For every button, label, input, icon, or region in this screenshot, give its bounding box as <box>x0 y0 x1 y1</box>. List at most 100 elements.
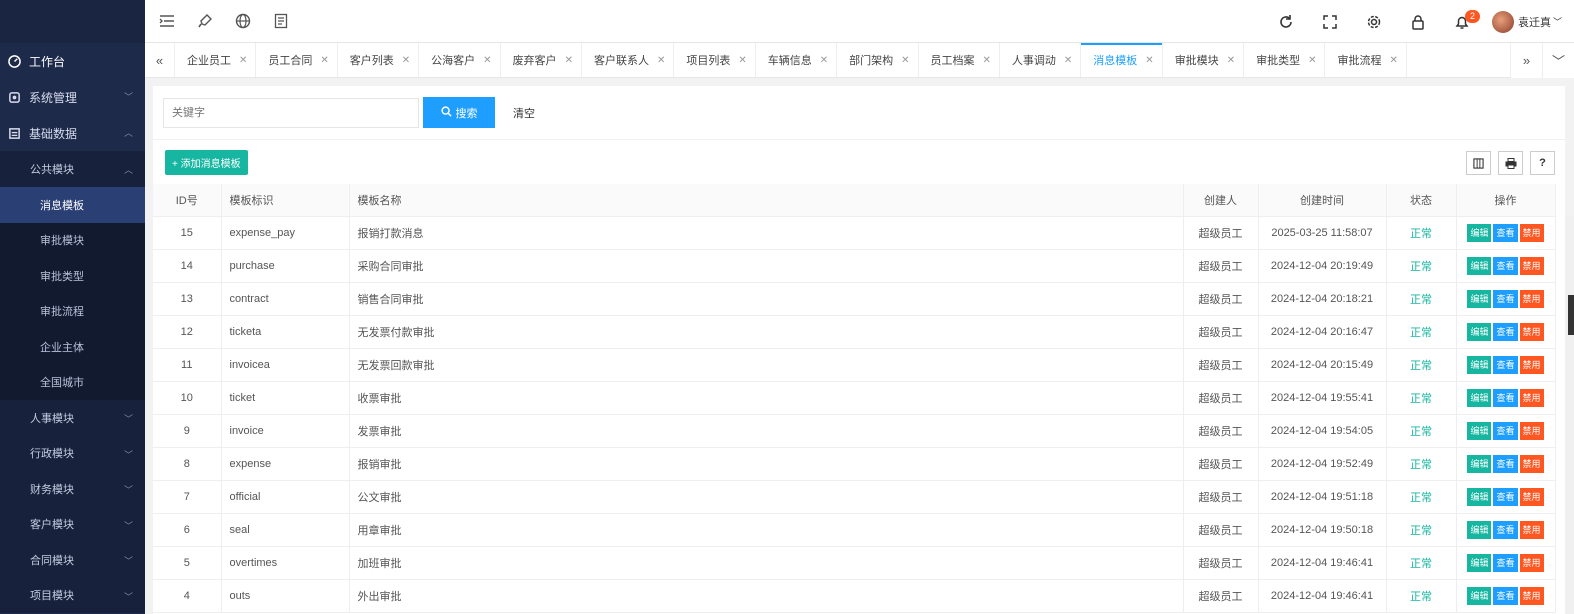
user-menu[interactable]: 袁迁真 ﹀ <box>1484 10 1574 33</box>
fullscreen-icon[interactable] <box>1308 6 1352 38</box>
sidebar-item-workbench[interactable]: 工作台 <box>0 43 145 79</box>
tab-message-template[interactable]: 消息模板 ✕ <box>1081 43 1163 77</box>
search-input[interactable] <box>163 97 419 128</box>
table-row[interactable]: 15 expense_pay 报销打款消息 超级员工 2025-03-25 11… <box>153 216 1556 250</box>
disable-button[interactable]: 禁用 <box>1519 388 1544 407</box>
tab-customer-contacts[interactable]: 客户联系人 ✕ <box>582 43 675 77</box>
view-button[interactable]: 查看 <box>1493 553 1518 572</box>
tab-vehicles[interactable]: 车辆信息 ✕ <box>756 43 838 77</box>
col-header-time[interactable]: 创建时间 <box>1258 184 1387 217</box>
table-row[interactable]: 14 purchase 采购合同审批 超级员工 2024-12-04 20:19… <box>153 249 1556 283</box>
table-row[interactable]: 6 seal 用章审批 超级员工 2024-12-04 19:50:18 正常 … <box>153 513 1556 547</box>
sidebar-group-project[interactable]: 项目模块 ﹀ <box>0 577 145 613</box>
lock-icon[interactable] <box>1396 6 1440 38</box>
disable-button[interactable]: 禁用 <box>1519 454 1544 473</box>
sidebar-item-cities[interactable]: 全国城市 <box>0 364 145 400</box>
tab-approval-flow[interactable]: 审批流程 ✕ <box>1325 43 1407 77</box>
edit-button[interactable]: 编辑 <box>1467 223 1492 242</box>
disable-button[interactable]: 禁用 <box>1519 553 1544 572</box>
view-button[interactable]: 查看 <box>1493 289 1518 308</box>
tab-menu-chevron-icon[interactable]: ﹀ <box>1542 43 1574 78</box>
edit-button[interactable]: 编辑 <box>1467 454 1492 473</box>
brush-icon[interactable] <box>189 5 221 37</box>
refresh-icon[interactable] <box>1264 6 1308 38</box>
sidebar-group-admin[interactable]: 行政模块 ﹀ <box>0 435 145 471</box>
add-template-button[interactable]: + 添加消息模板 <box>165 149 248 175</box>
help-icon[interactable]: ? <box>1530 151 1555 175</box>
search-button[interactable]: 搜索 <box>423 97 495 128</box>
view-button[interactable]: 查看 <box>1493 256 1518 275</box>
sidebar-item-basedata[interactable]: 基础数据 ︿ <box>0 115 145 151</box>
close-icon[interactable]: ✕ <box>1145 55 1153 66</box>
edit-button[interactable]: 编辑 <box>1467 586 1492 605</box>
table-row[interactable]: 4 outs 外出审批 超级员工 2024-12-04 19:46:41 正常 … <box>153 579 1556 613</box>
close-icon[interactable]: ✕ <box>1389 55 1397 66</box>
col-header-key[interactable]: 模板标识 <box>221 184 350 217</box>
table-row[interactable]: 5 overtimes 加班审批 超级员工 2024-12-04 19:46:4… <box>153 546 1556 580</box>
tab-scroll-right-icon[interactable]: » <box>1510 43 1542 78</box>
view-button[interactable]: 查看 <box>1493 520 1518 539</box>
disable-button[interactable]: 禁用 <box>1519 520 1544 539</box>
view-button[interactable]: 查看 <box>1493 586 1518 605</box>
close-icon[interactable]: ✕ <box>820 55 828 66</box>
sidebar-item-enterprise[interactable]: 企业主体 <box>0 329 145 365</box>
col-header-status[interactable]: 状态 <box>1386 184 1457 217</box>
table-row[interactable]: 11 invoicea 无发票回款审批 超级员工 2024-12-04 20:1… <box>153 348 1556 382</box>
close-icon[interactable]: ✕ <box>320 55 328 66</box>
tab-scroll-left-icon[interactable]: « <box>145 43 175 77</box>
close-icon[interactable]: ✕ <box>657 55 665 66</box>
sidebar-item-approval-type[interactable]: 审批类型 <box>0 258 145 294</box>
col-header-id[interactable]: ID号 <box>153 184 222 217</box>
sidebar-group-finance[interactable]: 财务模块 ﹀ <box>0 471 145 507</box>
tab-staff-contract[interactable]: 员工合同 ✕ <box>256 43 338 77</box>
sidebar-item-approval-module[interactable]: 审批模块 <box>0 222 145 258</box>
view-button[interactable]: 查看 <box>1493 223 1518 242</box>
edit-button[interactable]: 编辑 <box>1467 289 1492 308</box>
col-header-creator[interactable]: 创建人 <box>1183 184 1259 217</box>
tab-public-customers[interactable]: 公海客户 ✕ <box>419 43 501 77</box>
edit-button[interactable]: 编辑 <box>1467 388 1492 407</box>
tab-customer-list[interactable]: 客户列表 ✕ <box>338 43 420 77</box>
sidebar-item-message-template[interactable]: 消息模板 <box>0 187 145 223</box>
tab-enterprise-staff[interactable]: 企业员工 ✕ <box>175 43 257 77</box>
tab-departments[interactable]: 部门架构 ✕ <box>837 43 919 77</box>
sidebar-sub-public[interactable]: 公共模块 ︿ <box>0 151 145 187</box>
close-icon[interactable]: ✕ <box>738 55 746 66</box>
disable-button[interactable]: 禁用 <box>1519 322 1544 341</box>
table-row[interactable]: 9 invoice 发票审批 超级员工 2024-12-04 19:54:05 … <box>153 414 1556 448</box>
table-row[interactable]: 8 expense 报销审批 超级员工 2024-12-04 19:52:49 … <box>153 447 1556 481</box>
disable-button[interactable]: 禁用 <box>1519 289 1544 308</box>
view-button[interactable]: 查看 <box>1493 322 1518 341</box>
note-icon[interactable] <box>265 5 297 37</box>
table-row[interactable]: 13 contract 销售合同审批 超级员工 2024-12-04 20:18… <box>153 282 1556 316</box>
close-icon[interactable]: ✕ <box>402 55 410 66</box>
edit-button[interactable]: 编辑 <box>1467 520 1492 539</box>
close-icon[interactable]: ✕ <box>1227 55 1235 66</box>
sidebar-group-customer[interactable]: 客户模块 ﹀ <box>0 506 145 542</box>
disable-button[interactable]: 禁用 <box>1519 355 1544 374</box>
disable-button[interactable]: 禁用 <box>1519 421 1544 440</box>
disable-button[interactable]: 禁用 <box>1519 256 1544 275</box>
view-button[interactable]: 查看 <box>1493 388 1518 407</box>
gear-icon[interactable] <box>1352 6 1396 38</box>
sidebar-item-system[interactable]: 系统管理 ﹀ <box>0 79 145 115</box>
page-scrollbar-thumb[interactable] <box>1568 295 1574 335</box>
globe-icon[interactable] <box>227 5 259 37</box>
tab-project-list[interactable]: 项目列表 ✕ <box>674 43 756 77</box>
table-row[interactable]: 7 official 公文审批 超级员工 2024-12-04 19:51:18… <box>153 480 1556 514</box>
disable-button[interactable]: 禁用 <box>1519 487 1544 506</box>
table-row[interactable]: 10 ticket 收票审批 超级员工 2024-12-04 19:55:41 … <box>153 381 1556 415</box>
disable-button[interactable]: 禁用 <box>1519 223 1544 242</box>
columns-icon[interactable] <box>1466 151 1491 175</box>
close-icon[interactable]: ✕ <box>239 55 247 66</box>
disable-button[interactable]: 禁用 <box>1519 586 1544 605</box>
page-scrollbar[interactable] <box>1565 216 1574 614</box>
sidebar-group-hr[interactable]: 人事模块 ﹀ <box>0 400 145 436</box>
close-icon[interactable]: ✕ <box>1308 55 1316 66</box>
view-button[interactable]: 查看 <box>1493 487 1518 506</box>
sidebar-item-approval-flow[interactable]: 审批流程 <box>0 293 145 329</box>
tab-approval-module[interactable]: 审批模块 ✕ <box>1163 43 1245 77</box>
edit-button[interactable]: 编辑 <box>1467 421 1492 440</box>
tab-approval-type[interactable]: 审批类型 ✕ <box>1244 43 1326 77</box>
close-icon[interactable]: ✕ <box>1064 55 1072 66</box>
